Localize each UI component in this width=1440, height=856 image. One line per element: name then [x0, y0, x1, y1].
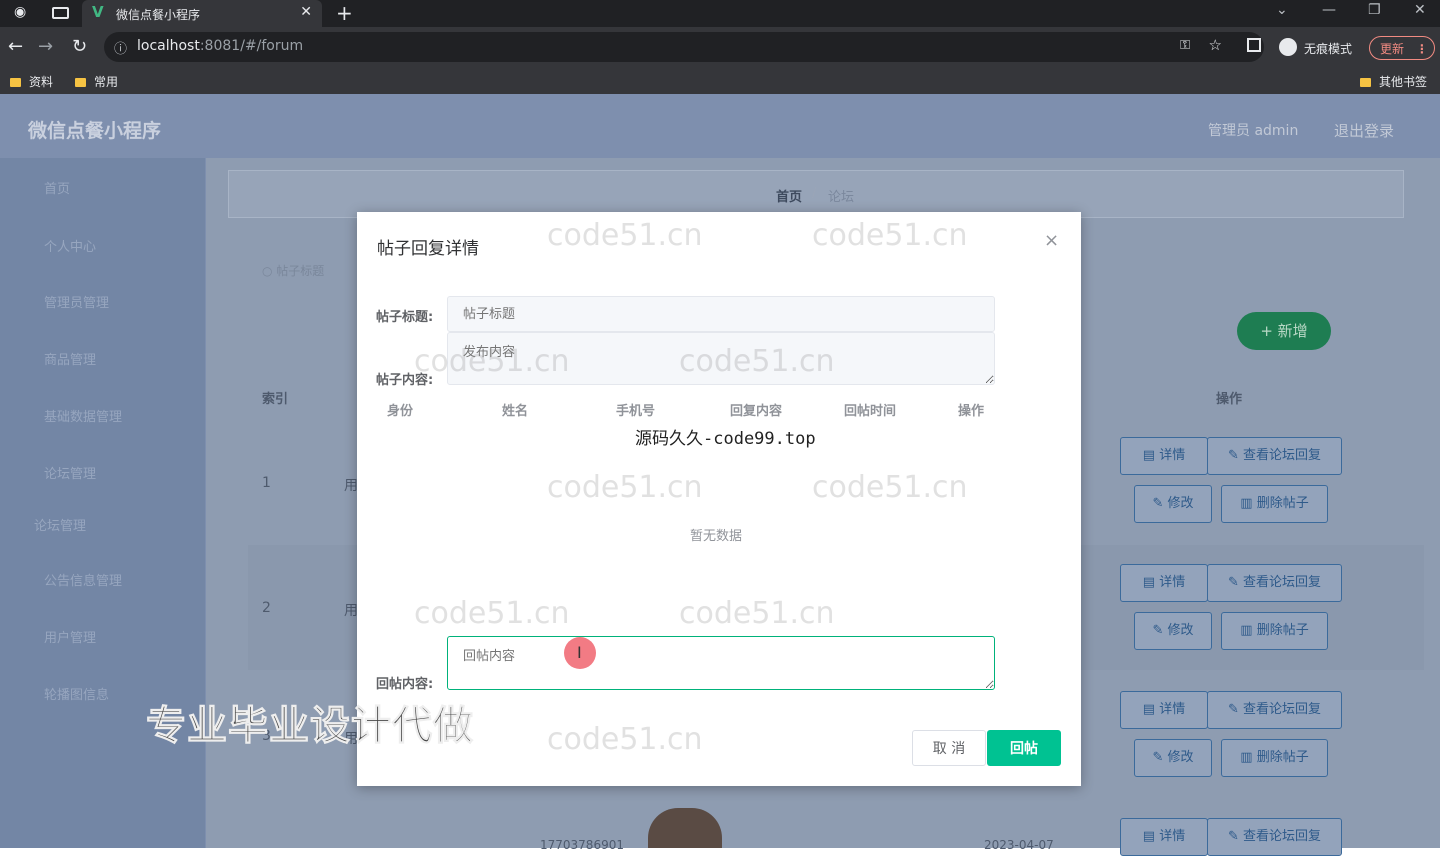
close-window-icon[interactable]: ✕ [1414, 2, 1426, 18]
empty-state-text: 暂无数据 [690, 529, 743, 544]
delete-button[interactable]: ▥ 删除帖子 [1221, 485, 1328, 523]
reply-table-header-phone: 手机号 [616, 404, 656, 419]
forward-icon[interactable]: → [38, 36, 53, 57]
dialog-title: 帖子回复详情 [377, 239, 479, 259]
vue-favicon-icon: V [92, 3, 104, 21]
reload-icon[interactable]: ↻ [72, 36, 87, 57]
view-replies-button[interactable]: ✎ 查看论坛回复 [1207, 691, 1342, 729]
reply-table-header-content: 回复内容 [730, 404, 783, 419]
add-button-label: 新增 [1277, 322, 1308, 340]
back-icon[interactable]: ← [8, 36, 23, 57]
incognito-label[interactable]: 无痕模式 [1304, 40, 1352, 57]
update-button[interactable]: 更新 ⋮ [1369, 36, 1435, 60]
table-header-index: 索引 [262, 392, 289, 407]
view-replies-button[interactable]: ✎ 查看论坛回复 [1207, 818, 1342, 856]
delete-button[interactable]: ▥ 删除帖子 [1221, 739, 1328, 777]
view-replies-button[interactable]: ✎ 查看论坛回复 [1207, 437, 1342, 475]
sidebar-item-home[interactable]: 首页 [44, 178, 70, 197]
detail-button[interactable]: ▤ 详情 [1120, 818, 1208, 856]
close-icon[interactable]: × [1044, 230, 1059, 251]
sidebar-item-carousel[interactable]: 轮播图信息 [44, 684, 109, 703]
window-icon[interactable] [52, 7, 69, 19]
tab-title: 微信点餐小程序 [116, 8, 201, 22]
bookmark-folder-1[interactable]: 资料 [10, 73, 53, 90]
submit-reply-button[interactable]: 回帖 [987, 730, 1061, 766]
globe-icon[interactable]: ◉ [14, 4, 26, 20]
site-info-icon[interactable]: ⓘ [114, 38, 127, 57]
reply-content-input[interactable] [447, 636, 995, 690]
edit-button[interactable]: ✎ 修改 [1134, 612, 1212, 650]
bookmarks-bar: 资料 常用 其他书签 [0, 67, 1440, 94]
app-title: 微信点餐小程序 [28, 120, 162, 142]
row-snippet: 用 [344, 603, 358, 619]
cancel-button[interactable]: 取 消 [912, 730, 986, 766]
url-bar[interactable]: ⓘ localhost:8081/#/forum ⚿ ☆ [104, 32, 1264, 62]
search-label: ○ 帖子标题 [262, 264, 325, 278]
sidebar-item-basic-data[interactable]: 基础数据管理 [44, 406, 122, 425]
logout-link[interactable]: 退出登录 [1334, 120, 1394, 141]
sidepanel-icon[interactable] [1247, 38, 1261, 52]
edit-button[interactable]: ✎ 修改 [1134, 739, 1212, 777]
plus-icon: + [1260, 322, 1273, 340]
folder-icon [10, 78, 21, 87]
user-info: 管理员 admin [1208, 123, 1299, 139]
folder-icon [75, 78, 86, 87]
sidebar-subitem-forum[interactable]: 论坛管理 [34, 515, 86, 534]
update-label: 更新 [1380, 42, 1405, 56]
detail-button[interactable]: ▤ 详情 [1120, 691, 1208, 729]
reply-table-header-actions: 操作 [958, 404, 985, 419]
minimize-icon[interactable]: — [1322, 2, 1336, 18]
row-index: 2 [262, 600, 271, 616]
row-snippet: 用 [344, 478, 358, 494]
delete-button[interactable]: ▥ 删除帖子 [1221, 612, 1328, 650]
breadcrumb-separator: / [812, 186, 817, 201]
reply-content-label: 回帖内容: [376, 677, 434, 692]
key-icon[interactable]: ⚿ [1180, 38, 1190, 53]
text-cursor-icon: I [577, 643, 582, 662]
breadcrumb-current: 论坛 [828, 190, 855, 205]
sidebar-item-users[interactable]: 用户管理 [44, 627, 96, 646]
table-header-actions: 操作 [1216, 392, 1243, 407]
row-phone: 17703786901 [540, 838, 624, 852]
bookmark-folder-2[interactable]: 常用 [75, 73, 118, 90]
sidebar-item-profile[interactable]: 个人中心 [44, 236, 96, 255]
breadcrumb-home[interactable]: 首页 [776, 186, 802, 205]
sidebar-item-forum[interactable]: 论坛管理 [44, 463, 96, 482]
new-tab-button[interactable]: + [336, 1, 353, 25]
edit-button[interactable]: ✎ 修改 [1134, 485, 1212, 523]
restore-icon[interactable]: ❐ [1368, 2, 1381, 18]
post-content-label: 帖子内容: [376, 373, 434, 388]
folder-icon [1360, 78, 1371, 87]
sidebar-item-goods[interactable]: 商品管理 [44, 349, 96, 368]
add-button[interactable]: + 新增 [1237, 312, 1331, 350]
row-date: 2023-04-07 [984, 838, 1054, 852]
row-index: 1 [262, 475, 271, 491]
reply-table-header-time: 回帖时间 [844, 404, 897, 419]
detail-button[interactable]: ▤ 详情 [1120, 437, 1208, 475]
browser-tab[interactable]: V 微信点餐小程序 ✕ [82, 0, 322, 27]
url-text: localhost:8081/#/forum [137, 38, 304, 54]
tab-search-icon[interactable]: ⌄ [1276, 2, 1288, 18]
reply-table-header-name: 姓名 [502, 404, 529, 419]
other-bookmarks[interactable]: 其他书签 [1360, 73, 1427, 90]
promo-watermark: 专业毕业设计代做 [146, 703, 474, 750]
tab-close-icon[interactable]: ✕ [300, 4, 312, 20]
detail-button[interactable]: ▤ 详情 [1120, 564, 1208, 602]
sidebar-item-notices[interactable]: 公告信息管理 [44, 570, 122, 589]
view-replies-button[interactable]: ✎ 查看论坛回复 [1207, 564, 1342, 602]
post-title-input[interactable] [447, 296, 995, 332]
reply-table-header-role: 身份 [387, 404, 414, 419]
sidebar-item-admins[interactable]: 管理员管理 [44, 292, 109, 311]
incognito-icon [1279, 38, 1297, 56]
row-avatar-image [648, 808, 722, 848]
source-watermark: 源码久久-code99.top [635, 429, 816, 449]
bookmark-star-icon[interactable]: ☆ [1209, 36, 1222, 54]
post-content-input[interactable] [447, 332, 995, 385]
post-title-label: 帖子标题: [376, 310, 434, 325]
